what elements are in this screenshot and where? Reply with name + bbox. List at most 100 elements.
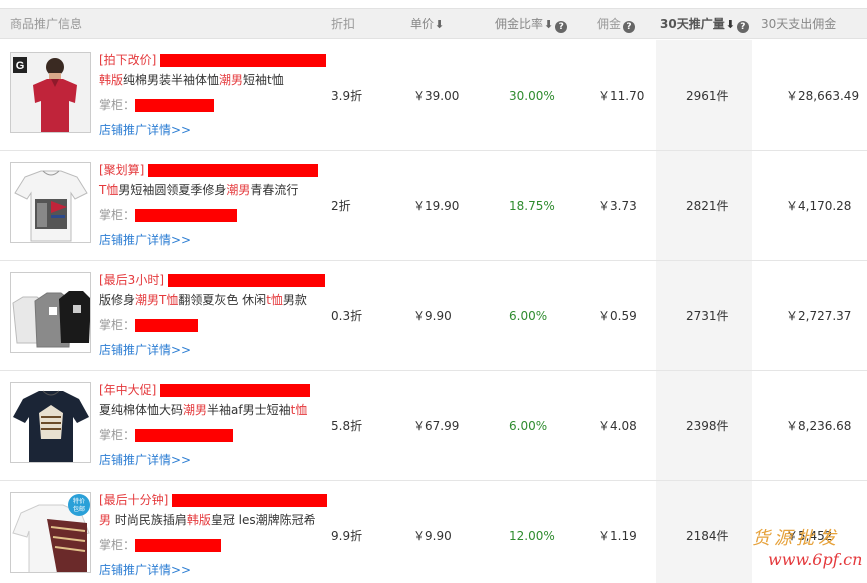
shop-owner: 掌柜： [99, 530, 329, 560]
header-spend-label: 30天支出佣金 [761, 17, 837, 31]
site-watermark: 货源批发 www.6pf.cn [748, 520, 864, 580]
promo-tag[interactable]: [聚划算] [99, 163, 144, 177]
title-keyword: 潮男 [226, 183, 251, 197]
header-unit-price-label: 单价 [410, 17, 435, 31]
title-text: 版修身 [99, 293, 136, 307]
red-polo-shirt-photo[interactable]: G [10, 52, 91, 133]
header-promo-volume[interactable]: 30天推广量⬇? [660, 9, 749, 39]
promo-tag-line: [聚划算] [99, 160, 329, 180]
discount-cell: 9.9折 [331, 529, 363, 543]
title-keyword: 韩版 [99, 73, 124, 87]
header-spend[interactable]: 30天支出佣金 [761, 9, 836, 39]
redaction-bar [168, 274, 325, 287]
sort-down-icon: ⬇ [435, 18, 445, 31]
spend-cell: ￥2,727.37 [786, 309, 852, 323]
product-info: [年中大促] 夏纯棉体恤大码潮男半袖af男士短袖t恤掌柜： 店铺推广详情>> [99, 380, 329, 470]
redaction-bar [135, 99, 215, 112]
table-row: 特价 包邮 [最后十分钟] 男 时尚民族插肩韩版皇冠 les潮牌陈冠希掌柜： 店铺推广详… [0, 481, 867, 583]
title-keyword: t恤 [290, 403, 308, 417]
discount-cell: 0.3折 [331, 309, 363, 323]
title-keyword: 潮男 [219, 73, 244, 87]
help-icon[interactable]: ? [623, 21, 636, 33]
shop-owner: 掌柜： [99, 310, 329, 340]
shop-promo-details-link[interactable]: 店铺推广详情>> [99, 120, 329, 140]
product-title[interactable]: 版修身潮男T恤翻领夏灰色 休闲t恤男款 [99, 290, 329, 310]
white-printed-tshirt-photo[interactable] [10, 162, 91, 243]
promo-volume-cell: 2821件 [686, 199, 729, 213]
shop-owner: 掌柜： [99, 90, 329, 120]
promotion-table: 商品推广信息 折扣 单价⬇ 佣金比率⬇? 佣金? 30天推广量⬇? 30天支出佣… [0, 0, 867, 583]
commission-cell: ￥1.19 [598, 529, 637, 543]
white-ethnic-tshirt-photo[interactable]: 特价 包邮 [10, 492, 91, 573]
price-cell: ￥39.00 [413, 89, 460, 103]
price-cell: ￥9.90 [413, 529, 452, 543]
shop-promo-details-link[interactable]: 店铺推广详情>> [99, 450, 329, 470]
promo-tag[interactable]: [拍下改价] [99, 53, 156, 67]
header-product-info: 商品推广信息 [10, 17, 83, 31]
promo-tag-line: [最后3小时] [99, 270, 329, 290]
commission-cell: ￥11.70 [598, 89, 645, 103]
shop-promo-details-link[interactable]: 店铺推广详情>> [99, 230, 329, 250]
title-text: 夏纯棉体恤大码 [99, 403, 184, 417]
shop-promo-details-link[interactable]: 店铺推广详情>> [99, 560, 329, 580]
redaction-bar [135, 319, 199, 332]
svg-text:G: G [16, 60, 25, 72]
commission-cell: ￥0.59 [598, 309, 637, 323]
product-info: [拍下改价] 韩版纯棉男装半袖体恤潮男短袖t恤 掌柜： 店铺推广详情>> [99, 50, 329, 140]
shop-promo-details-link[interactable]: 店铺推广详情>> [99, 340, 329, 360]
product-title[interactable]: 男 时尚民族插肩韩版皇冠 les潮牌陈冠希 [99, 510, 329, 530]
title-text: 男款 [282, 293, 307, 307]
title-text: 半袖af男士短袖 [207, 403, 291, 417]
price-cell: ￥67.99 [413, 419, 460, 433]
product-title[interactable]: 夏纯棉体恤大码潮男半袖af男士短袖t恤 [99, 400, 329, 420]
svg-text:包邮: 包邮 [73, 505, 85, 513]
redaction-bar [148, 164, 319, 177]
product-title[interactable]: 韩版纯棉男装半袖体恤潮男短袖t恤 [99, 70, 329, 90]
table-row: [最后3小时] 版修身潮男T恤翻领夏灰色 休闲t恤男款 掌柜： 店铺推广详情>> 0.3… [0, 261, 867, 371]
product-info: [聚划算] T恤男短袖圆领夏季修身潮男青春流行 掌柜： 店铺推广详情>> [99, 160, 329, 250]
product-title[interactable]: T恤男短袖圆领夏季修身潮男青春流行 [99, 180, 329, 200]
help-icon[interactable]: ? [555, 21, 568, 33]
promo-volume-cell: 2184件 [686, 529, 729, 543]
promo-tag[interactable]: [年中大促] [99, 383, 156, 397]
discount-cell: 5.8折 [331, 419, 363, 433]
watermark-line1: 货源批发 [752, 528, 840, 549]
redaction-bar [160, 54, 327, 67]
three-polo-shirts-photo[interactable] [10, 272, 91, 353]
shop-owner: 掌柜： [99, 200, 329, 230]
title-text: 纯棉男装半袖体恤 [123, 73, 220, 87]
title-text: 皇冠 les潮牌陈冠希 [210, 513, 316, 527]
commission-cell: ￥3.73 [598, 199, 637, 213]
promo-tag[interactable]: [最后十分钟] [99, 493, 168, 507]
title-keyword: T恤 [99, 183, 119, 197]
commission-rate-cell: 6.00% [509, 419, 548, 433]
title-keyword: 潮男 [183, 403, 208, 417]
sort-down-icon: ⬇ [544, 18, 554, 31]
price-cell: ￥19.90 [413, 199, 460, 213]
discount-cell: 2折 [331, 199, 351, 213]
promo-tag[interactable]: [最后3小时] [99, 273, 164, 287]
product-info: [最后3小时] 版修身潮男T恤翻领夏灰色 休闲t恤男款 掌柜： 店铺推广详情>> [99, 270, 329, 360]
commission-rate-cell: 30.00% [509, 89, 555, 103]
header-commission-rate-label: 佣金比率 [495, 17, 544, 31]
header-commission-rate[interactable]: 佣金比率⬇? [495, 9, 568, 39]
help-icon[interactable]: ? [736, 21, 749, 33]
promo-tag-line: [拍下改价] [99, 50, 329, 70]
promo-tag-line: [最后十分钟] [99, 490, 329, 510]
header-commission: 佣金? [597, 9, 636, 39]
promo-volume-cell: 2398件 [686, 419, 729, 433]
title-text: 青春流行 [250, 183, 299, 197]
navy-feather-tshirt-photo[interactable] [10, 382, 91, 463]
title-keyword: 潮男T恤 [135, 293, 179, 307]
svg-text:特价: 特价 [73, 497, 85, 505]
redaction-bar [172, 494, 328, 507]
title-keyword: t恤 [266, 293, 283, 307]
shop-owner-label: 掌柜： [99, 538, 136, 552]
header-unit-price[interactable]: 单价⬇ [410, 9, 444, 39]
title-keyword: 男 [99, 513, 112, 527]
table-row: [年中大促] 夏纯棉体恤大码潮男半袖af男士短袖t恤掌柜： 店铺推广详情>> 5.8折… [0, 371, 867, 481]
commission-rate-cell: 18.75% [509, 199, 555, 213]
shop-owner-label: 掌柜： [99, 428, 136, 442]
commission-cell: ￥4.08 [598, 419, 637, 433]
spend-cell: ￥4,170.28 [786, 199, 852, 213]
